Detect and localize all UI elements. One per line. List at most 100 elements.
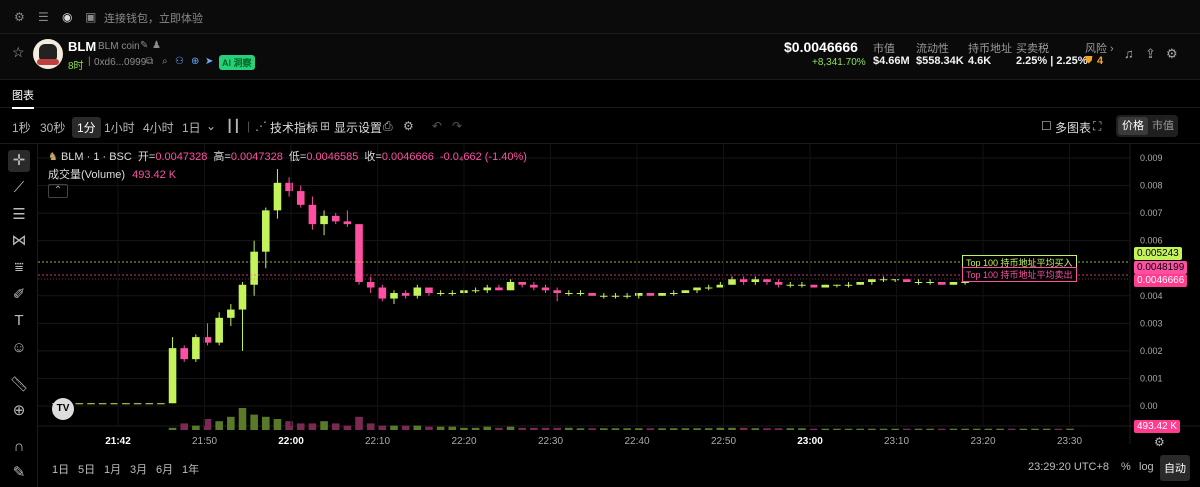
candle-body	[215, 317, 223, 343]
volume-bar	[273, 419, 282, 430]
candle-body	[833, 284, 841, 286]
multi-chart-icon[interactable]: ☐	[1041, 119, 1052, 133]
copy-icon[interactable]: ⧉	[146, 56, 153, 67]
tax-label: 买卖税	[1016, 43, 1049, 55]
toggle-mcap[interactable]: 市值	[1149, 117, 1177, 135]
log-toggle[interactable]: log	[1139, 461, 1154, 473]
volume-bar	[495, 427, 503, 430]
candle-body	[914, 282, 923, 283]
candle-body	[646, 293, 655, 296]
candle-type-icon[interactable]: ┃┃	[226, 119, 240, 133]
undo-icon[interactable]: ↶	[432, 119, 442, 133]
range-3m[interactable]: 3月	[130, 461, 147, 477]
search-icon[interactable]: ⌕	[162, 56, 168, 67]
gear-icon[interactable]: ⚙	[403, 119, 414, 133]
toggle-price[interactable]: 价格	[1118, 117, 1148, 135]
chevron-down-icon[interactable]: ⌄	[206, 119, 216, 133]
settings-icon[interactable]: ⚙	[1166, 46, 1178, 62]
indicators-icon[interactable]: ⋰	[255, 119, 267, 133]
screenshot-icon[interactable]: ⎙	[383, 119, 393, 134]
legend-low: 0.0046585	[306, 151, 359, 163]
x-tick-label: 21:42	[105, 436, 131, 447]
volume-bar	[448, 426, 457, 430]
interval-1m[interactable]: 1分	[72, 117, 101, 138]
risk-label[interactable]: 风险 ›	[1085, 40, 1114, 56]
candle-body	[192, 337, 200, 360]
indicators-button[interactable]: 技术指标	[270, 119, 318, 136]
fib-icon[interactable]: ⩸	[8, 257, 30, 279]
edit-icon[interactable]: ✎	[140, 40, 148, 51]
volume-bar	[914, 428, 923, 430]
lock-draw-icon[interactable]: ✎	[8, 462, 30, 484]
magnet-icon[interactable]: ∩	[8, 436, 30, 458]
bell-icon[interactable]: ♫	[1124, 46, 1134, 61]
interval-1s[interactable]: 1秒	[12, 119, 31, 136]
clock-time[interactable]: 23:29:20 UTC+8	[1028, 461, 1109, 473]
zoom-in-icon[interactable]: ⊕	[8, 400, 30, 422]
share-icon[interactable]: ⇪	[1145, 46, 1156, 62]
interval-1d[interactable]: 1日	[182, 119, 201, 136]
token-header: ☆ BLM BLM coin ✎ ♟ 8时 | 0xd6...0999 ⧉ ⌕ …	[0, 34, 1200, 80]
volume-bar	[588, 428, 596, 430]
tax-value: 2.25% | 2.25%	[1016, 55, 1088, 67]
range-1y[interactable]: 1年	[182, 461, 199, 477]
candle-body	[75, 403, 84, 405]
horizontal-lines-icon[interactable]: ☰	[8, 204, 30, 226]
drawing-toolbar: ✛ ⟋ ☰ ⋈ ⩸ ✐ T ☺ 📏︎ ⊕ ∩ ✎	[0, 144, 38, 487]
legend-change: -0.0₄662 (-1.40%)	[439, 151, 527, 163]
emoji-icon[interactable]: ☺	[8, 337, 30, 359]
volume-bar	[471, 427, 480, 430]
y-tick-label: 0.00	[1140, 401, 1158, 411]
tab-chart[interactable]: 图表	[12, 87, 34, 109]
candle-body	[541, 287, 550, 291]
chart-area[interactable]: 0.009 0.008 0.007 0.006 0.004 0.003 0.002 0.001…	[38, 144, 1200, 487]
volume-bar	[390, 425, 398, 430]
display-settings-icon[interactable]: ⊞	[320, 119, 330, 133]
candle-body	[693, 287, 701, 291]
range-1m[interactable]: 1月	[104, 461, 121, 477]
fullscreen-icon[interactable]: ⛶	[1093, 119, 1101, 134]
liquidity-label: 流动性	[916, 43, 949, 55]
collapse-legend-button[interactable]: ⌃	[48, 184, 68, 198]
list-icon[interactable]: ☰	[38, 10, 49, 24]
ai-insight-badge[interactable]: AI 洞察	[219, 55, 255, 70]
axis-settings-icon[interactable]: ⚙	[1154, 435, 1165, 449]
volume-bar	[331, 423, 340, 430]
auto-scale-toggle[interactable]: 自动	[1160, 455, 1190, 481]
volume-bar	[506, 426, 515, 430]
favorite-star-icon[interactable]: ☆	[12, 44, 25, 61]
wallet-icon[interactable]: ▣	[85, 10, 96, 24]
ruler-icon[interactable]: 📏︎	[8, 374, 30, 396]
volume-bar	[285, 421, 293, 430]
volume-bar	[856, 428, 864, 430]
volume-bar	[844, 428, 853, 430]
multi-chart-button[interactable]: 多图表	[1055, 119, 1091, 136]
candlestick-chart[interactable]: 0.0090.0080.0070.0060.0040.0030.0020.001…	[38, 144, 1200, 487]
interval-1h[interactable]: 1小时	[104, 119, 135, 136]
legend-title: BLM · 1 · BSC	[60, 151, 132, 163]
telegram-icon[interactable]: ➤	[205, 56, 213, 67]
candle-body	[518, 282, 526, 285]
crosshair-icon[interactable]: ✛	[8, 150, 30, 172]
range-1d[interactable]: 1日	[52, 461, 69, 477]
website-icon[interactable]: ⊕	[191, 56, 199, 67]
target-icon[interactable]: ◉	[62, 10, 72, 24]
connect-wallet-text[interactable]: 连接钱包，立即体验	[104, 10, 203, 26]
volume-bar	[366, 423, 375, 430]
percent-toggle[interactable]: %	[1121, 461, 1131, 473]
interval-4h[interactable]: 4小时	[143, 119, 174, 136]
settings-icon[interactable]: ⚙	[14, 10, 25, 24]
brush-icon[interactable]: ✐	[8, 284, 30, 306]
range-5d[interactable]: 5日	[78, 461, 95, 477]
trendline-icon[interactable]: ⟋	[8, 177, 30, 199]
user-icon[interactable]: ⚇	[175, 56, 184, 67]
y-tick-label: 0.007	[1140, 208, 1163, 218]
volume-bar	[553, 427, 561, 430]
range-6m[interactable]: 6月	[156, 461, 173, 477]
pattern-icon[interactable]: ⋈	[8, 230, 30, 252]
candle-body	[576, 293, 585, 295]
text-icon[interactable]: T	[8, 310, 30, 332]
redo-icon[interactable]: ↷	[452, 119, 462, 133]
display-settings-button[interactable]: 显示设置	[334, 119, 382, 136]
interval-30s[interactable]: 30秒	[40, 119, 65, 136]
